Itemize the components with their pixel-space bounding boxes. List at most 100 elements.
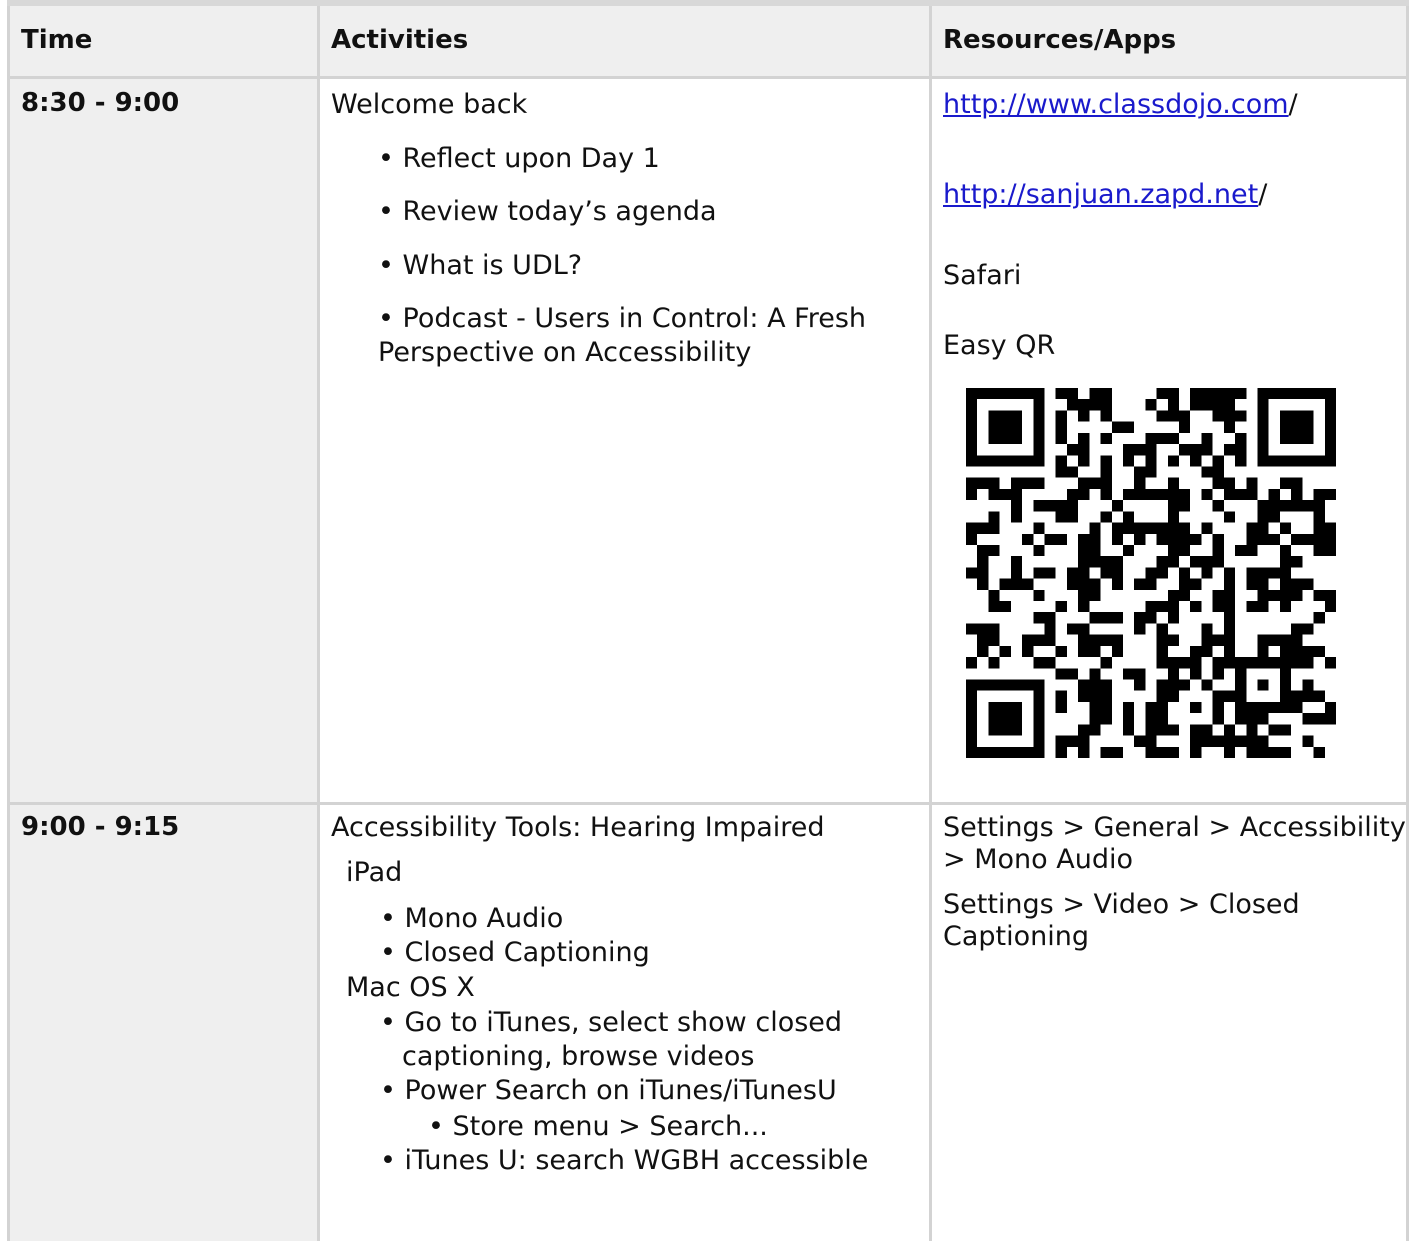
- sanjuan-link[interactable]: http://sanjuan.zapd.net: [943, 179, 1258, 210]
- qr-module: [1279, 578, 1292, 590]
- qr-module: [1324, 533, 1336, 545]
- qr-module: [1257, 410, 1269, 422]
- qr-module: [1246, 578, 1258, 590]
- qr-module: [1111, 634, 1123, 646]
- qr-module: [988, 488, 1000, 501]
- qr-module: [1246, 735, 1258, 747]
- qr-module: [1010, 455, 1023, 467]
- qr-module: [1235, 679, 1247, 691]
- qr-module: [1078, 444, 1090, 456]
- qr-module: [1313, 533, 1325, 545]
- qr-module: [1223, 399, 1236, 411]
- classdojo-link-suffix: /: [1288, 89, 1298, 120]
- qr-module: [966, 399, 978, 411]
- qr-module: [1279, 455, 1292, 467]
- qr-module: [1145, 578, 1157, 590]
- qr-module: [1055, 746, 1067, 758]
- qr-module: [1156, 388, 1168, 400]
- qr-module: [1156, 601, 1168, 613]
- qr-module: [1268, 746, 1280, 758]
- qr-module: [1212, 556, 1224, 568]
- qr-module: [1066, 500, 1079, 512]
- qr-module: [1044, 634, 1056, 646]
- qr-module: [1291, 589, 1303, 602]
- qr-module: [1302, 388, 1314, 400]
- qr-module: [1324, 432, 1336, 445]
- qr-module: [1279, 421, 1292, 433]
- qr-module: [988, 634, 1000, 646]
- qr-module: [1324, 657, 1336, 669]
- qr-module: [1201, 432, 1213, 445]
- qr-module: [1179, 589, 1191, 602]
- classdojo-link[interactable]: http://www.classdojo.com: [943, 89, 1289, 120]
- qr-module: [1190, 399, 1202, 411]
- qr-module: [1257, 522, 1269, 534]
- qr-module: [1313, 488, 1325, 501]
- row-2-activity-title: Accessibility Tools: Hearing Impaired: [331, 812, 825, 843]
- qr-module: [1190, 701, 1202, 714]
- qr-module: [1179, 533, 1191, 545]
- header-activities: Activities: [331, 25, 469, 55]
- qr-module: [1022, 533, 1034, 545]
- qr-module: [1033, 444, 1045, 456]
- qr-module: [1223, 477, 1236, 489]
- qr-module: [1324, 388, 1336, 400]
- qr-module: [1033, 522, 1045, 534]
- qr-module: [1212, 544, 1224, 557]
- qr-module: [1212, 533, 1224, 545]
- qr-module: [1078, 623, 1090, 635]
- qr-module: [1223, 388, 1236, 400]
- qr-module: [1100, 410, 1112, 422]
- qr-module: [1212, 668, 1224, 680]
- qr-module: [1212, 701, 1224, 714]
- qr-module: [966, 533, 978, 545]
- qr-module: [1279, 500, 1292, 512]
- qr-module: [1257, 455, 1269, 467]
- qr-module: [1111, 567, 1123, 579]
- qr-module: [999, 388, 1011, 400]
- qr-module: [1179, 522, 1191, 534]
- qr-module: [1257, 500, 1269, 512]
- qr-module: [1145, 724, 1157, 736]
- qr-module: [999, 601, 1011, 613]
- row-1-activity-bullet-continued: Perspective on Accessibility: [378, 337, 752, 368]
- qr-module: [1235, 455, 1247, 467]
- qr-module: [1078, 724, 1090, 736]
- qr-module: [1078, 544, 1090, 557]
- qr-module: [1190, 668, 1202, 680]
- header-time: Time: [21, 25, 93, 55]
- qr-module: [1324, 488, 1336, 501]
- qr-module: [1179, 444, 1191, 456]
- qr-module: [1324, 544, 1336, 557]
- settings-path-continued: > Mono Audio: [943, 844, 1133, 875]
- qr-module: [1167, 724, 1180, 736]
- qr-module: [999, 410, 1011, 422]
- qr-module: [988, 701, 1000, 714]
- sanjuan-link-line: http://sanjuan.zapd.net/: [943, 178, 1267, 212]
- qr-module: [966, 432, 978, 445]
- qr-module: [1179, 488, 1191, 501]
- qr-module: [1010, 713, 1023, 725]
- qr-module: [1313, 388, 1325, 400]
- qr-module: [1223, 589, 1236, 602]
- qr-module: [1201, 623, 1213, 635]
- qr-module: [1313, 746, 1325, 758]
- qr-module: [977, 544, 989, 557]
- qr-module: [1212, 634, 1224, 646]
- qr-module: [1033, 421, 1045, 433]
- qr-module: [1122, 511, 1135, 523]
- qr-module: [1033, 477, 1045, 489]
- qr-module: [1022, 477, 1034, 489]
- app-easy-qr: Easy QR: [943, 330, 1056, 361]
- qr-module: [1235, 444, 1247, 456]
- qr-module: [1324, 701, 1336, 714]
- qr-module: [1302, 735, 1314, 747]
- qr-module: [1010, 421, 1023, 433]
- qr-module: [1201, 634, 1213, 646]
- qr-module: [988, 511, 1000, 523]
- qr-module: [966, 746, 978, 758]
- qr-module: [1134, 533, 1146, 545]
- qr-module: [1089, 668, 1101, 680]
- qr-module: [1324, 410, 1336, 422]
- qr-module: [1010, 511, 1023, 523]
